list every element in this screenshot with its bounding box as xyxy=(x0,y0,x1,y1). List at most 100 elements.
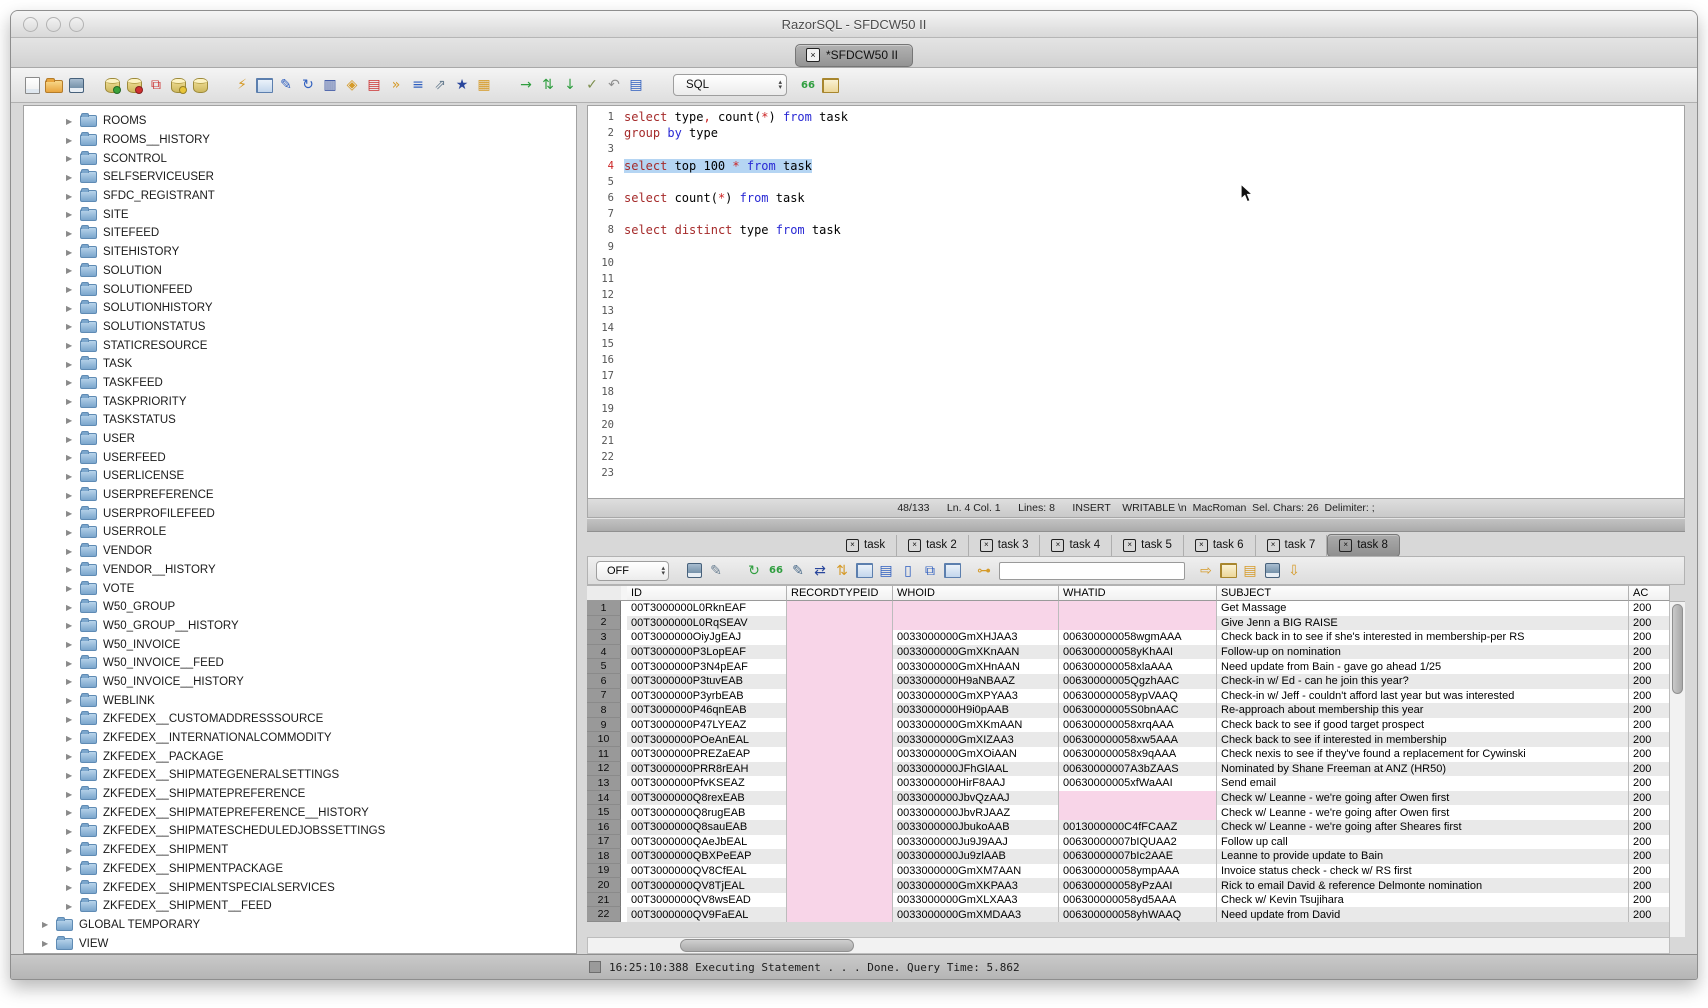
disclosure-triangle-icon[interactable]: ▶ xyxy=(66,621,80,630)
find-replace-icon[interactable]: 66 xyxy=(798,76,818,94)
close-tab-icon[interactable]: × xyxy=(1339,539,1352,552)
rollback-icon[interactable]: ↶ xyxy=(604,76,624,94)
disclosure-triangle-icon[interactable]: ▶ xyxy=(66,210,80,219)
tree-item[interactable]: ▶TASK xyxy=(24,355,576,374)
tree-item[interactable]: ▶ZKFEDEX__CUSTOMADDRESSSOURCE xyxy=(24,710,576,729)
disclosure-triangle-icon[interactable]: ▶ xyxy=(66,192,80,201)
disclosure-triangle-icon[interactable]: ▶ xyxy=(66,509,80,518)
cell-id[interactable]: 00T3000000PfvKSEAZ xyxy=(627,776,787,791)
tree-item[interactable]: ▶ROOMS__HISTORY xyxy=(24,131,576,150)
cell-recordtypeid[interactable] xyxy=(787,659,893,674)
sort-icon[interactable]: ⇅ xyxy=(832,562,852,580)
disclosure-triangle-icon[interactable]: ▶ xyxy=(66,752,80,761)
cell-ac[interactable]: 200 xyxy=(1629,835,1670,850)
save-file-icon[interactable] xyxy=(66,76,86,94)
table-row[interactable]: 2000T3000000QV8TjEAL0033000000GmXKPAA300… xyxy=(587,878,1670,893)
minimize-window-button[interactable] xyxy=(46,17,61,32)
cell-recordtypeid[interactable] xyxy=(787,718,893,733)
cell-id[interactable]: 00T3000000POeAnEAL xyxy=(627,732,787,747)
disclosure-triangle-icon[interactable]: ▶ xyxy=(66,229,80,238)
close-tab-icon[interactable]: × xyxy=(1195,539,1208,552)
cell-id[interactable]: 00T3000000QAeJbEAL xyxy=(627,835,787,850)
cell-ac[interactable]: 200 xyxy=(1629,762,1670,777)
disclosure-triangle-icon[interactable]: ▶ xyxy=(66,341,80,350)
document-tab[interactable]: × *SFDCW50 II xyxy=(795,44,913,67)
tree-item[interactable]: ▶USERLICENSE xyxy=(24,467,576,486)
cell-whoid[interactable]: 0033000000GmXMDAA3 xyxy=(893,907,1059,922)
cell-subject[interactable]: Check w/ Leanne - we're going after Owen… xyxy=(1217,791,1629,806)
cell-whatid[interactable]: 006300000058yKhAAI xyxy=(1059,645,1217,660)
refresh-icon[interactable]: ↻ xyxy=(298,76,318,94)
table-row[interactable]: 800T3000000P46qnEAB0033000000H9i0pAAB006… xyxy=(587,703,1670,718)
cell-whatid[interactable]: 006300000058xlaAAA xyxy=(1059,659,1217,674)
disclosure-triangle-icon[interactable]: ▶ xyxy=(66,528,80,537)
close-tab-icon[interactable]: × xyxy=(980,539,993,552)
disclosure-triangle-icon[interactable]: ▶ xyxy=(66,322,80,331)
table-row[interactable]: 700T3000000P3yrbEAB0033000000GmXPYAA3006… xyxy=(587,689,1670,704)
row-number[interactable]: 4 xyxy=(587,645,621,660)
disclosure-triangle-icon[interactable]: ▶ xyxy=(66,677,80,686)
cell-subject[interactable]: Send email xyxy=(1217,776,1629,791)
cell-whoid[interactable]: 0033000000JFhGlAAL xyxy=(893,762,1059,777)
cell-whoid[interactable]: 0033000000GmXOiAAN xyxy=(893,747,1059,762)
cell-whoid[interactable]: 0033000000GmXPYAA3 xyxy=(893,689,1059,704)
cell-ac[interactable]: 200 xyxy=(1629,703,1670,718)
cell-subject[interactable]: Check nexis to see if they've found a re… xyxy=(1217,747,1629,762)
row-number[interactable]: 8 xyxy=(587,703,621,718)
sql-code-area[interactable]: select type, count(*) from taskgroup by … xyxy=(618,106,1684,498)
snippets-icon[interactable]: ▤ xyxy=(364,76,384,94)
disclosure-triangle-icon[interactable]: ▶ xyxy=(66,117,80,126)
cell-ac[interactable]: 200 xyxy=(1629,820,1670,835)
tree-item[interactable]: ▶SCONTROL xyxy=(24,149,576,168)
form-view-icon[interactable]: ▯ xyxy=(898,562,918,580)
tree-item[interactable]: ▶ZKFEDEX__SHIPMENT xyxy=(24,841,576,860)
row-number[interactable]: 18 xyxy=(587,849,621,864)
edit-sql-icon[interactable]: ✎ xyxy=(276,76,296,94)
tree-item[interactable]: ▶STATICRESOURCE xyxy=(24,336,576,355)
disclosure-triangle-icon[interactable]: ▶ xyxy=(66,360,80,369)
result-tab[interactable]: ×task 8 xyxy=(1327,534,1400,557)
cell-whoid[interactable] xyxy=(893,616,1059,631)
cell-whatid[interactable] xyxy=(1059,791,1217,806)
column-header[interactable]: ID xyxy=(627,585,787,601)
refresh-results-icon[interactable]: ↻ xyxy=(744,562,764,580)
cell-whatid[interactable] xyxy=(1059,805,1217,820)
refresh-table-icon[interactable] xyxy=(854,562,874,580)
cell-subject[interactable]: Check w/ Leanne - we're going after Owen… xyxy=(1217,805,1629,820)
cell-ac[interactable]: 200 xyxy=(1629,776,1670,791)
cell-whoid[interactable]: 0033000000GmXM7AAN xyxy=(893,864,1059,879)
result-tab[interactable]: ×task 3 xyxy=(969,535,1041,556)
cell-whoid[interactable]: 0033000000GmXHJAA3 xyxy=(893,630,1059,645)
tree-item[interactable]: ▶ZKFEDEX__SHIPMATEPREFERENCE xyxy=(24,785,576,804)
cell-recordtypeid[interactable] xyxy=(787,907,893,922)
cell-subject[interactable]: Check back to see if interested in membe… xyxy=(1217,732,1629,747)
cell-whoid[interactable]: 0033000000GmXKmAAN xyxy=(893,718,1059,733)
tree-item[interactable]: ▶VOTE xyxy=(24,579,576,598)
cell-whoid[interactable]: 0033000000H9aNBAAZ xyxy=(893,674,1059,689)
cell-id[interactable]: 00T3000000QV8TjEAL xyxy=(627,878,787,893)
cell-whatid[interactable]: 006300000058yhWAAQ xyxy=(1059,907,1217,922)
table-tools-icon[interactable]: ▦ xyxy=(474,76,494,94)
next-result-icon[interactable]: ⇨ xyxy=(1196,562,1216,580)
cell-ac[interactable]: 200 xyxy=(1629,878,1670,893)
cell-recordtypeid[interactable] xyxy=(787,747,893,762)
table-row[interactable]: 2200T3000000QV9FaEAL0033000000GmXMDAA300… xyxy=(587,907,1670,922)
row-number[interactable]: 12 xyxy=(587,762,621,777)
cell-recordtypeid[interactable] xyxy=(787,703,893,718)
cell-whatid[interactable] xyxy=(1059,616,1217,631)
disclosure-triangle-icon[interactable]: ▶ xyxy=(66,491,80,500)
disclosure-triangle-icon[interactable]: ▶ xyxy=(66,173,80,182)
cell-subject[interactable]: Check w/ Kevin Tsujihara xyxy=(1217,893,1629,908)
tree-item[interactable]: ▶SITE xyxy=(24,205,576,224)
cell-recordtypeid[interactable] xyxy=(787,849,893,864)
disclosure-triangle-icon[interactable]: ▶ xyxy=(66,266,80,275)
table-row[interactable]: 2100T3000000QV8wsEAD0033000000GmXLXAA300… xyxy=(587,893,1670,908)
cell-ac[interactable]: 200 xyxy=(1629,601,1670,616)
cell-whoid[interactable]: 0033000000JbukoAAB xyxy=(893,820,1059,835)
open-file-icon[interactable] xyxy=(44,76,64,94)
row-number[interactable]: 7 xyxy=(587,689,621,704)
result-tab[interactable]: ×task 7 xyxy=(1256,535,1328,556)
cell-recordtypeid[interactable] xyxy=(787,893,893,908)
tree-item[interactable]: ▶USERPREFERENCE xyxy=(24,486,576,505)
tree-item[interactable]: ▶SELFSERVICEUSER xyxy=(24,168,576,187)
